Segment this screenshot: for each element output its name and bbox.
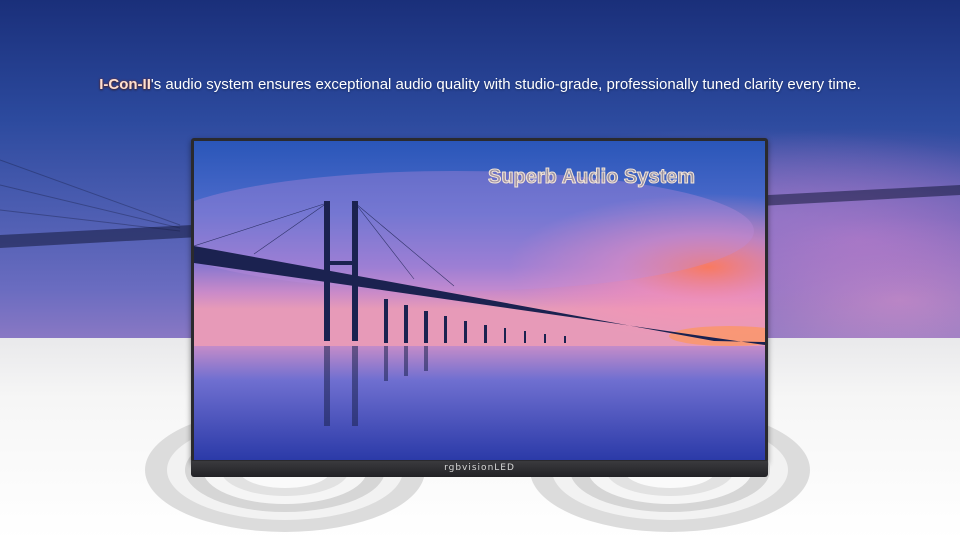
monitor-bezel-bottom: rgbvisionLED	[191, 461, 768, 477]
screen-title: Superb Audio System	[487, 166, 696, 189]
monitor-brand-label: rgbvisionLED	[444, 463, 515, 473]
headline-text: 's audio system ensures exceptional audi…	[150, 76, 861, 93]
headline-brand: I-Con-II	[99, 76, 151, 93]
headline: I-Con-II's audio system ensures exceptio…	[0, 76, 960, 93]
